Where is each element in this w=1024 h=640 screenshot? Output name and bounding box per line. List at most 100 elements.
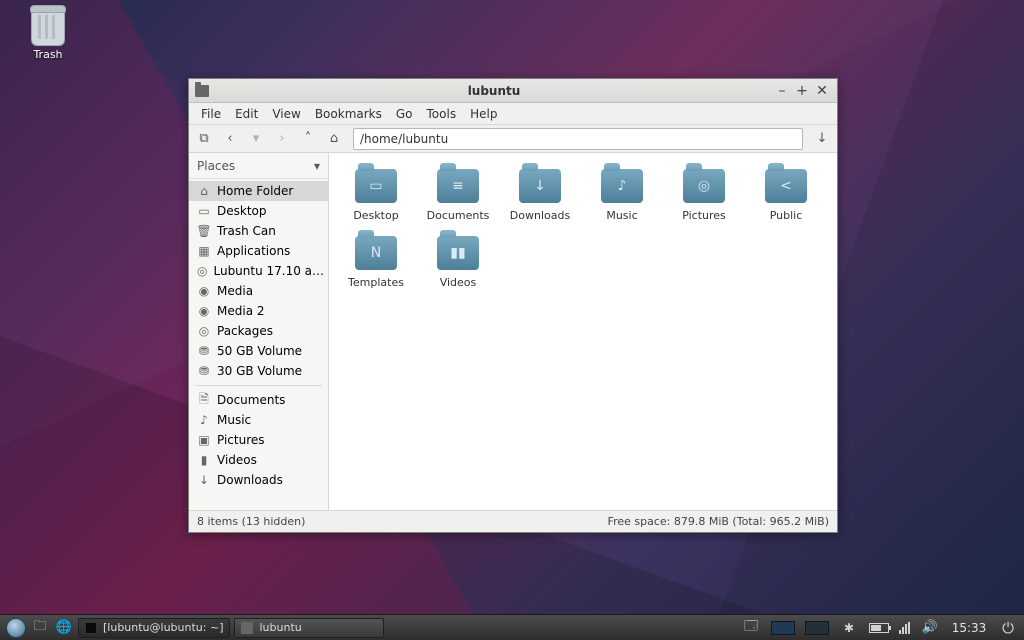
folder-icon	[241, 622, 253, 634]
window-title: lubuntu	[217, 84, 771, 98]
folder-icon	[683, 169, 725, 203]
sidebar-item-music[interactable]: ♪Music	[189, 410, 328, 430]
sidebar-item-label: Home Folder	[217, 184, 293, 198]
folder-icon	[765, 169, 807, 203]
sidebar-item-trash-can[interactable]: 🗑 Trash Can	[189, 221, 328, 241]
menu-go[interactable]: Go	[390, 105, 419, 123]
folder-pictures[interactable]: Pictures	[663, 165, 745, 232]
sidebar-item-icon: ▦	[197, 244, 211, 258]
sidebar-item-icon: ▣	[197, 433, 211, 447]
menu-file[interactable]: File	[195, 105, 227, 123]
folder-documents[interactable]: Documents	[417, 165, 499, 232]
sidebar-item-desktop[interactable]: ▭Desktop	[189, 201, 328, 221]
window-icon	[195, 85, 209, 97]
sidebar-item-documents[interactable]: 🗎 Documents	[189, 390, 328, 410]
taskbar-item[interactable]: lubuntu	[234, 618, 384, 638]
start-launcher[interactable]	[6, 618, 26, 638]
sidebar: Places ▾ ⌂Home Folder▭Desktop 🗑 Trash Can ▦…	[189, 153, 329, 510]
folder-icon	[437, 169, 479, 203]
sidebar-item-pictures[interactable]: ▣Pictures	[189, 430, 328, 450]
close-button[interactable]: ✕	[813, 82, 831, 100]
folder-label: Templates	[335, 276, 417, 289]
home-button[interactable]: ⌂	[323, 128, 345, 150]
power-icon[interactable]: ⏻	[998, 618, 1018, 638]
sidebar-item-icon: ◉	[197, 304, 211, 318]
sidebar-item-icon: ▮	[197, 453, 211, 467]
sidebar-item-label: Trash Can	[217, 224, 276, 238]
sidebar-item-label: 30 GB Volume	[217, 364, 302, 378]
sidebar-item-icon: ⛃	[197, 344, 211, 358]
menu-tools[interactable]: Tools	[421, 105, 463, 123]
folder-label: Desktop	[335, 209, 417, 222]
browser-launcher-icon[interactable]: 🌐	[54, 618, 74, 638]
menu-help[interactable]: Help	[464, 105, 503, 123]
sidebar-item-downloads[interactable]: ↓Downloads	[189, 470, 328, 490]
sidebar-item-applications[interactable]: ▦Applications	[189, 241, 328, 261]
folder-public[interactable]: Public	[745, 165, 827, 232]
folder-label: Music	[581, 209, 663, 222]
sidebar-item-icon: ↓	[197, 473, 211, 487]
sidebar-item-packages[interactable]: ◎ Packages	[189, 321, 328, 341]
sidebar-item-label: Music	[217, 413, 251, 427]
minimize-button[interactable]: –	[773, 82, 791, 100]
folder-downloads[interactable]: Downloads	[499, 165, 581, 232]
folder-templates[interactable]: Templates	[335, 232, 417, 299]
maximize-button[interactable]: +	[793, 82, 811, 100]
new-tab-button[interactable]: ⧉	[193, 128, 215, 150]
network-icon[interactable]	[899, 622, 910, 634]
folder-desktop[interactable]: Desktop	[335, 165, 417, 232]
sidebar-title: Places	[197, 159, 235, 173]
filemanager-launcher-icon[interactable]: 🗀	[30, 618, 50, 638]
up-button[interactable]: ˄	[297, 128, 319, 150]
menu-edit[interactable]: Edit	[229, 105, 264, 123]
trash-icon	[31, 8, 65, 46]
battery-icon[interactable]	[869, 623, 889, 633]
toolbar: ⧉ ‹ ▾ › ˄ ⌂ /home/lubuntu ↓	[189, 125, 837, 153]
go-button[interactable]: ↓	[811, 128, 833, 150]
sidebar-item-icon: ◎	[197, 264, 207, 278]
folder-icon	[519, 169, 561, 203]
folder-music[interactable]: Music	[581, 165, 663, 232]
sidebar-item-label: Packages	[217, 324, 273, 338]
bluetooth-icon[interactable]: ✱	[839, 618, 859, 638]
sidebar-item-icon: ◎	[197, 324, 211, 338]
menu-bookmarks[interactable]: Bookmarks	[309, 105, 388, 123]
folder-icon	[601, 169, 643, 203]
folder-videos[interactable]: Videos	[417, 232, 499, 299]
sidebar-separator	[195, 385, 322, 386]
sidebar-item-30-gb-volume[interactable]: ⛃ 30 GB Volume	[189, 361, 328, 381]
desktop-icon-trash[interactable]: Trash	[18, 8, 78, 61]
back-button[interactable]: ‹	[219, 128, 241, 150]
history-chevron[interactable]: ▾	[245, 128, 267, 150]
titlebar[interactable]: lubuntu – + ✕	[189, 79, 837, 103]
sidebar-item-icon: 🗎	[197, 393, 211, 407]
sidebar-item-icon: 🗑	[197, 224, 211, 238]
path-input[interactable]: /home/lubuntu	[353, 128, 803, 150]
desktop-icon-label: Trash	[33, 48, 62, 61]
sidebar-item-label: Documents	[217, 393, 285, 407]
forward-button[interactable]: ›	[271, 128, 293, 150]
main-view[interactable]: DesktopDocumentsDownloadsMusicPicturesPu…	[329, 153, 837, 510]
sidebar-item-icon: ⛃	[197, 364, 211, 378]
sidebar-item-media-2[interactable]: ◉ Media 2	[189, 301, 328, 321]
show-desktop-icon[interactable]: 🗔	[741, 618, 761, 638]
sidebar-item-label: Media 2	[217, 304, 265, 318]
sidebar-item-icon: ▭	[197, 204, 211, 218]
taskbar-item-label: [lubuntu@lubuntu: ~]	[103, 621, 223, 634]
sidebar-item-label: 50 GB Volume	[217, 344, 302, 358]
sidebar-item-videos[interactable]: ▮Videos	[189, 450, 328, 470]
sidebar-item-media[interactable]: ◉Media	[189, 281, 328, 301]
workspace-1[interactable]	[771, 621, 795, 635]
workspace-2[interactable]	[805, 621, 829, 635]
sidebar-item-50-gb-volume[interactable]: ⛃ 50 GB Volume	[189, 341, 328, 361]
folder-label: Pictures	[663, 209, 745, 222]
menu-view[interactable]: View	[266, 105, 306, 123]
sidebar-item-lubuntu-17-10-a-[interactable]: ◎Lubuntu 17.10 a…	[189, 261, 328, 281]
volume-icon[interactable]: 🔊	[920, 618, 940, 638]
sidebar-item-icon: ◉	[197, 284, 211, 298]
menubar: FileEditViewBookmarksGoToolsHelp	[189, 103, 837, 125]
sidebar-header[interactable]: Places ▾	[189, 153, 328, 179]
taskbar-item[interactable]: [lubuntu@lubuntu: ~]	[78, 618, 230, 638]
clock[interactable]: 15:33	[950, 621, 988, 635]
sidebar-item-home-folder[interactable]: ⌂Home Folder	[189, 181, 328, 201]
